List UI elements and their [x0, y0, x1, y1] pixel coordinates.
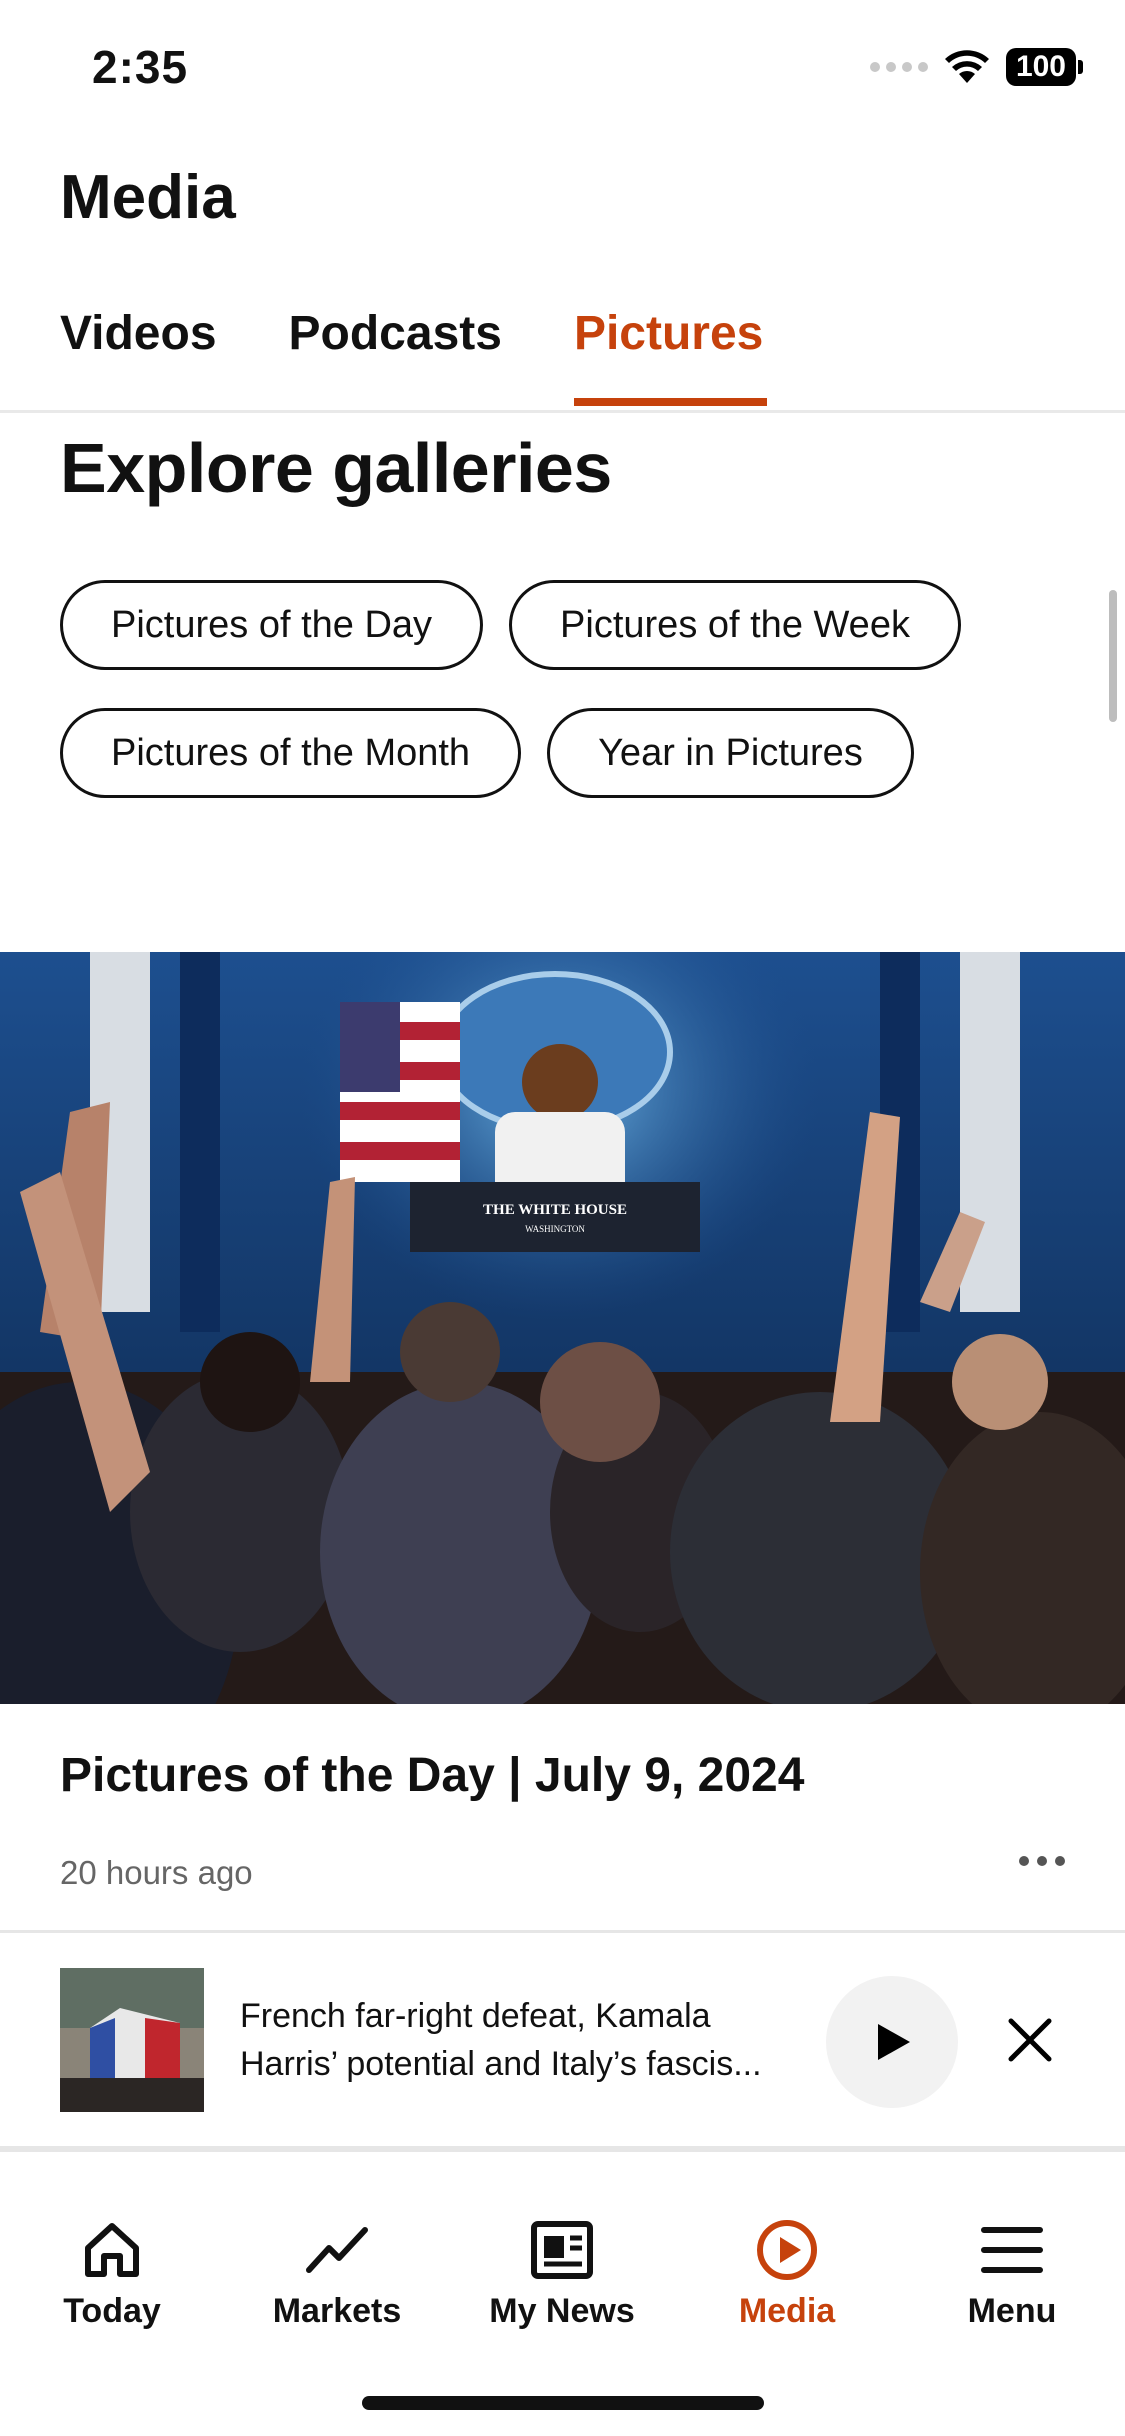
article-title[interactable]: Pictures of the Day | July 9, 2024 — [60, 1748, 804, 1803]
chart-line-icon — [306, 2227, 368, 2273]
chip-year-in-pictures[interactable]: Year in Pictures — [547, 708, 914, 798]
more-options-icon[interactable] — [1019, 1856, 1065, 1866]
tabs-divider — [0, 410, 1125, 413]
nav-item-menu[interactable]: Menu — [912, 2218, 1112, 2331]
status-icons: 100 — [869, 48, 1083, 86]
home-indicator[interactable] — [362, 2396, 764, 2410]
scrollbar[interactable] — [1109, 590, 1117, 722]
tab-videos[interactable]: Videos — [60, 306, 217, 361]
podcast-thumbnail — [60, 1968, 204, 2112]
podium-sign: THE WHITE HOUSE — [483, 1202, 627, 1218]
status-time: 2:35 — [92, 41, 189, 93]
home-icon — [85, 2223, 139, 2277]
hero-photo[interactable]: THE WHITE HOUSE WASHINGTON — [0, 952, 1125, 1704]
play-circle-icon — [757, 2220, 817, 2280]
nav-label-markets: Markets — [272, 2292, 402, 2330]
cellular-signal-icon — [869, 62, 928, 72]
nav-label-my-news: My News — [489, 2292, 635, 2330]
wifi-icon — [944, 50, 989, 83]
media-tabs: Videos Podcasts Pictures — [60, 306, 768, 406]
bottom-nav: Today Markets My News Media Menu — [0, 2158, 1125, 2436]
tab-podcasts[interactable]: Podcasts — [289, 306, 502, 361]
nav-item-media[interactable]: Media — [687, 2218, 887, 2331]
battery-level: 100 — [1005, 48, 1076, 86]
press-briefing-image: THE WHITE HOUSE WASHINGTON — [0, 952, 1125, 1704]
close-icon — [1008, 2018, 1052, 2062]
page-title: Media — [60, 163, 236, 232]
article-timestamp: 20 hours ago — [60, 1854, 253, 1891]
chip-pictures-of-the-month[interactable]: Pictures of the Month — [60, 708, 522, 798]
play-icon — [878, 2024, 910, 2060]
nav-label-media: Media — [738, 2292, 836, 2330]
nav-label-menu: Menu — [967, 2292, 1057, 2330]
section-title: Explore galleries — [60, 429, 612, 507]
chip-pictures-of-the-day[interactable]: Pictures of the Day — [60, 580, 484, 670]
news-icon — [531, 2221, 593, 2279]
player-episode-title: French far-right defeat, Kamala Harris’ … — [240, 1992, 800, 2088]
player-title-line1: French far-right defeat, Kamala — [240, 1997, 711, 2035]
gallery-chips: Pictures of the Day Pictures of the Week… — [60, 580, 1040, 798]
nav-item-markets[interactable]: Markets — [237, 2218, 437, 2331]
nav-item-today[interactable]: Today — [12, 2218, 212, 2331]
player-title-line2: Harris’ potential and Italy’s fascis... — [240, 2045, 762, 2083]
menu-icon — [981, 2227, 1043, 2273]
nav-label-today: Today — [63, 2292, 161, 2330]
podium-sign-sub: WASHINGTON — [525, 1224, 585, 1234]
battery-icon: 100 — [1005, 48, 1083, 86]
play-button[interactable] — [826, 1976, 958, 2108]
chip-pictures-of-the-week[interactable]: Pictures of the Week — [509, 580, 961, 670]
nav-item-my-news[interactable]: My News — [462, 2218, 662, 2331]
tab-pictures[interactable]: Pictures — [573, 306, 768, 406]
close-player-button[interactable] — [1000, 2010, 1060, 2070]
